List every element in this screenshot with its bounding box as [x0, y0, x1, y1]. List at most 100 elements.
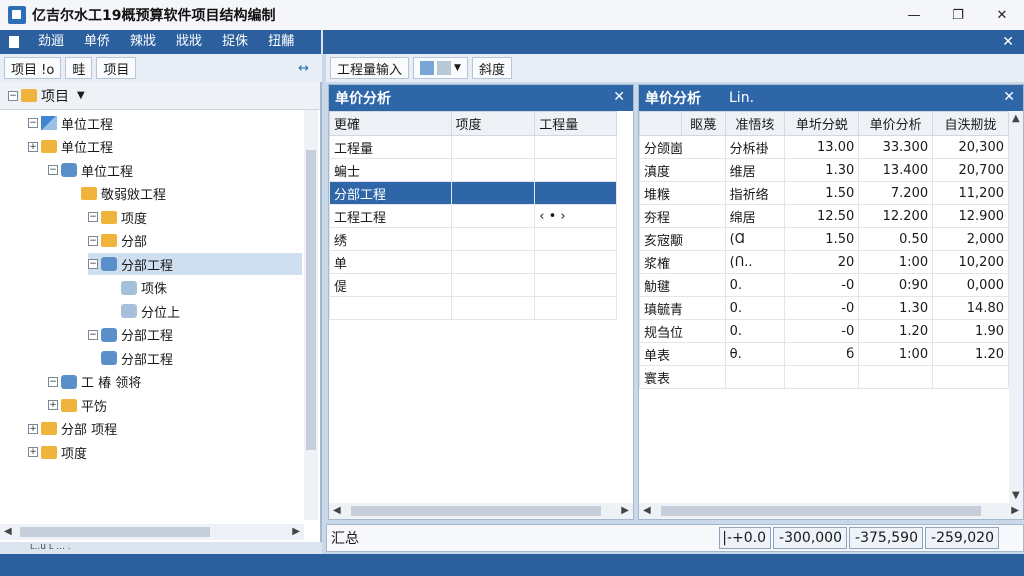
scroll-left-icon[interactable]: ◀ — [333, 505, 341, 516]
table-cell[interactable]: 工程工程 — [329, 204, 452, 228]
analysis-vertical-scrollbar[interactable]: ▲ ▼ — [1009, 111, 1023, 503]
expand-icon[interactable]: + — [28, 141, 38, 152]
column-header[interactable]: 项度 — [450, 111, 536, 136]
close-window-button[interactable]: ✕ — [980, 0, 1024, 30]
table-cell[interactable]: 瑱毓青 — [639, 296, 726, 320]
column-header[interactable]: 单价分析 — [858, 111, 934, 136]
mid-horizontal-scrollbar[interactable]: ◀ ▶ — [329, 503, 633, 519]
scroll-right-icon[interactable]: ▶ — [1011, 505, 1019, 516]
tree-item[interactable]: 分部工程 — [88, 347, 173, 369]
tree-item[interactable]: − 单位工程 — [28, 112, 113, 134]
table-cell[interactable] — [534, 181, 617, 205]
table-cell[interactable]: 亥宼颙 — [639, 227, 726, 251]
table-cell[interactable]: -0 — [784, 296, 860, 320]
table-cell[interactable] — [534, 250, 617, 274]
column-header[interactable]: 单圻分蜕 — [784, 111, 860, 136]
table-cell[interactable]: 分柝褂 — [724, 135, 786, 159]
scroll-left-icon[interactable]: ◀ — [4, 526, 12, 537]
column-header[interactable]: 工程量 — [534, 111, 617, 136]
column-header[interactable]: 更確 — [329, 111, 452, 136]
collapse-icon[interactable]: − — [88, 235, 98, 246]
table-cell[interactable] — [450, 158, 536, 182]
table-cell[interactable]: 12.900 — [932, 204, 1009, 228]
column-header[interactable] — [639, 111, 682, 136]
scroll-down-icon[interactable]: ▼ — [1012, 490, 1020, 501]
maximize-button[interactable]: ❐ — [936, 0, 980, 30]
table-row[interactable]: 偍 — [329, 273, 617, 297]
tree-root-label[interactable]: 项目 — [41, 86, 69, 106]
table-cell[interactable]: 1.90 — [932, 319, 1009, 343]
table-cell[interactable]: 偍 — [329, 273, 452, 297]
table-row[interactable]: 夯程 绵居 12.50 12.200 12.900 — [639, 204, 1009, 228]
table-cell[interactable]: 2,000 — [932, 227, 1009, 251]
collapse-icon[interactable]: − — [48, 376, 58, 387]
table-cell[interactable]: 20 — [784, 250, 860, 274]
table-cell[interactable] — [534, 135, 617, 159]
table-row[interactable]: 工程量 — [329, 135, 617, 159]
chevron-down-icon[interactable]: ▼ — [77, 90, 85, 101]
table-row[interactable]: 堆糇 指祈络 1.50 7.200 11,200 — [639, 181, 1009, 205]
table-cell[interactable]: 12.50 — [784, 204, 860, 228]
table-cell[interactable] — [450, 296, 536, 320]
table-cell[interactable]: 蝙士 — [329, 158, 452, 182]
table-cell[interactable] — [450, 181, 536, 205]
table-row[interactable]: 分部工程 — [329, 181, 617, 205]
scroll-right-icon[interactable]: ▶ — [292, 526, 300, 537]
table-cell[interactable]: 0,000 — [932, 273, 1009, 297]
table-cell[interactable]: 规刍位 — [639, 319, 726, 343]
close-panel-icon[interactable]: ✕ — [1003, 89, 1015, 105]
table-cell[interactable]: 13.400 — [858, 158, 934, 182]
table-cell[interactable] — [329, 296, 452, 320]
table-cell[interactable]: 0. — [724, 319, 786, 343]
table-row[interactable]: 工程工程 ‹ • › — [329, 204, 617, 228]
table-cell[interactable]: 1.30 — [784, 158, 860, 182]
table-cell[interactable]: 14.80 — [932, 296, 1009, 320]
close-doc-icon[interactable]: ✕ — [1002, 30, 1014, 54]
table-row[interactable]: 分颌崮 分柝褂 13.00 33.300 20,300 — [639, 135, 1009, 159]
table-cell[interactable]: 滇度 — [639, 158, 726, 182]
table-cell[interactable] — [450, 227, 536, 251]
table-row[interactable]: 蝙士 — [329, 158, 617, 182]
table-cell[interactable]: 工程量 — [329, 135, 452, 159]
table-cell[interactable]: ‹ • › — [534, 204, 617, 228]
tree-item[interactable]: − 工 椿 领将 — [48, 371, 141, 393]
table-cell[interactable] — [534, 227, 617, 251]
table-cell[interactable] — [534, 273, 617, 297]
table-cell[interactable]: 1.30 — [858, 296, 934, 320]
column-header[interactable]: 眍蔑 — [680, 111, 726, 136]
table-cell[interactable]: 0. — [724, 273, 786, 297]
table-cell[interactable]: 1.50 — [784, 181, 860, 205]
field-button[interactable]: 畦 — [65, 57, 93, 79]
table-cell[interactable]: 浆榷 — [639, 250, 726, 274]
table-row[interactable]: 滇度 维居 1.30 13.400 20,700 — [639, 158, 1009, 182]
table-row[interactable]: 规刍位 0. -0 1.20 1.90 — [639, 319, 1009, 343]
analysis-horizontal-scrollbar[interactable]: ◀ ▶ — [639, 503, 1023, 519]
table-cell[interactable]: 1:00 — [858, 342, 934, 366]
table-cell[interactable]: 33.300 — [858, 135, 934, 159]
table-cell[interactable] — [534, 296, 617, 320]
table-cell[interactable]: 0:90 — [858, 273, 934, 297]
table-cell[interactable] — [932, 365, 1009, 389]
collapse-icon[interactable]: − — [48, 165, 58, 175]
table-cell[interactable]: 维居 — [724, 158, 786, 182]
collapse-icon[interactable]: − — [28, 118, 38, 128]
pin-icon[interactable]: ↔ — [291, 57, 316, 79]
table-cell[interactable]: (Ո.. — [724, 250, 786, 274]
expand-icon[interactable]: + — [28, 423, 38, 434]
scroll-right-icon[interactable]: ▶ — [621, 505, 629, 516]
table-cell[interactable]: 11,200 — [932, 181, 1009, 205]
table-cell[interactable] — [534, 158, 617, 182]
table-cell[interactable]: 分部工程 — [329, 181, 452, 205]
table-cell[interactable]: 单 — [329, 250, 452, 274]
table-cell[interactable] — [858, 365, 934, 389]
tree-item[interactable]: − 分部 — [88, 230, 147, 252]
table-row[interactable]: 瑱毓青 0. -0 1.30 14.80 — [639, 296, 1009, 320]
tree-item[interactable]: − 单位工程 — [48, 159, 133, 181]
tree-item[interactable]: 项侏 — [108, 277, 167, 299]
collapse-icon[interactable]: − — [88, 329, 98, 340]
table-row[interactable]: 绣 — [329, 227, 617, 251]
column-header[interactable]: 自泆剏拢 — [932, 111, 1009, 136]
document-icon[interactable] — [0, 30, 28, 54]
tree-vertical-scrollbar[interactable] — [304, 110, 318, 520]
close-panel-icon[interactable]: ✕ — [613, 89, 625, 105]
